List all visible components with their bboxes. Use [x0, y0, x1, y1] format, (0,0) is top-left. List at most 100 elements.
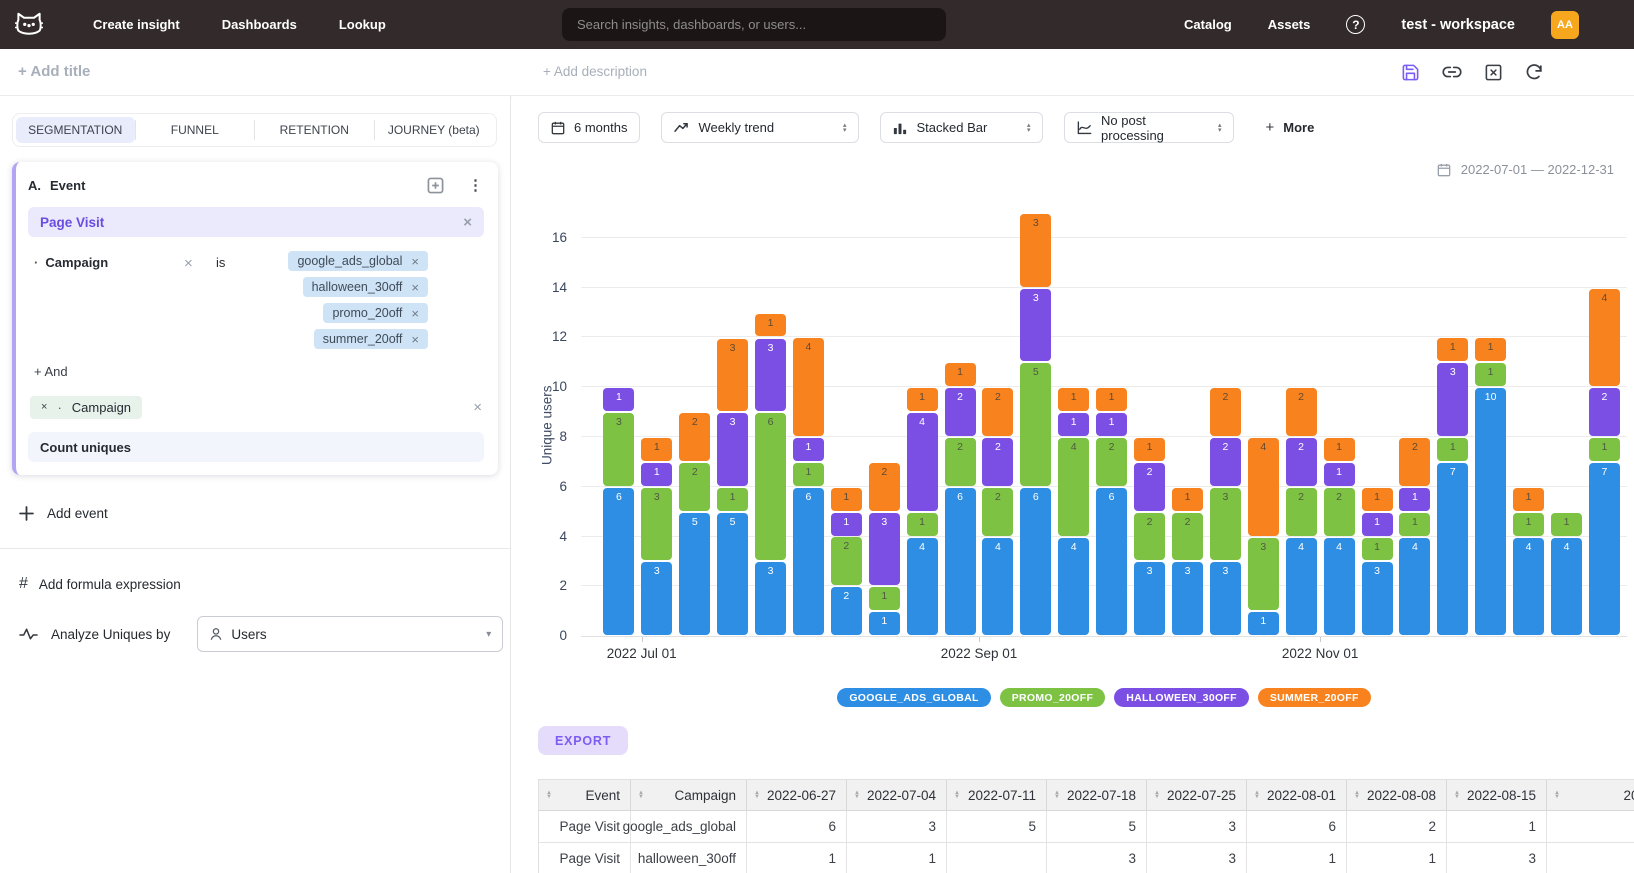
bar-segment[interactable]: 2: [1286, 488, 1317, 536]
bar-segment[interactable]: 3: [717, 339, 748, 412]
copy-link-icon[interactable]: [1442, 62, 1462, 82]
sort-icon[interactable]: ▲▼: [1054, 791, 1060, 800]
table-column-header[interactable]: ▲▼2022-07-18: [1047, 780, 1147, 810]
bar-segment[interactable]: 6: [1020, 488, 1051, 635]
bar-segment[interactable]: 1: [1172, 488, 1203, 511]
nav-dashboards[interactable]: Dashboards: [201, 17, 318, 32]
bar-segment[interactable]: 7: [1589, 463, 1620, 635]
filter-value-pill[interactable]: summer_20off×: [314, 329, 428, 349]
bar-segment[interactable]: 1: [1362, 538, 1393, 561]
more-button[interactable]: + More: [1265, 119, 1314, 136]
nav-catalog[interactable]: Catalog: [1184, 17, 1232, 32]
remove-event-icon[interactable]: ×: [463, 215, 472, 230]
bar-segment[interactable]: 3: [869, 513, 900, 586]
nav-create-insight[interactable]: Create insight: [72, 17, 201, 32]
bar-segment[interactable]: 2: [1172, 513, 1203, 561]
tab-segmentation[interactable]: SEGMENTATION: [16, 117, 135, 143]
filter-property[interactable]: Campaign: [45, 255, 108, 270]
sort-icon[interactable]: ▲▼: [1154, 791, 1160, 800]
filter-operator[interactable]: is: [216, 251, 225, 270]
bar-segment[interactable]: 3: [755, 339, 786, 412]
bar-segment[interactable]: 6: [945, 488, 976, 635]
bar-segment[interactable]: 2: [1286, 438, 1317, 486]
bar-segment[interactable]: 1: [793, 438, 824, 461]
bar-segment[interactable]: 1: [1248, 612, 1279, 635]
event-selector[interactable]: Page Visit ×: [28, 207, 484, 237]
bar-segment[interactable]: 1: [1399, 488, 1430, 511]
table-column-header[interactable]: ▲▼2022-07-25: [1147, 780, 1247, 810]
sort-icon[interactable]: ▲▼: [1454, 791, 1460, 800]
bar-segment[interactable]: 4: [1248, 438, 1279, 536]
filter-value-pill[interactable]: halloween_30off×: [303, 277, 428, 297]
bar-segment[interactable]: 1: [755, 314, 786, 337]
sort-icon[interactable]: ▲▼: [1554, 791, 1560, 800]
bar-segment[interactable]: 1: [869, 612, 900, 635]
bar-segment[interactable]: 3: [717, 413, 748, 486]
bar-segment[interactable]: 1: [1513, 513, 1544, 536]
bar-segment[interactable]: 3: [1210, 488, 1241, 561]
table-column-header[interactable]: ▲▼2022-08-15: [1447, 780, 1547, 810]
bar-segment[interactable]: 4: [907, 413, 938, 511]
bar-segment[interactable]: 6: [755, 413, 786, 560]
bar-segment[interactable]: 1: [831, 488, 862, 511]
trend-select[interactable]: Weekly trend ▴▾: [661, 112, 859, 143]
legend-item[interactable]: GOOGLE_ADS_GLOBAL: [837, 688, 990, 707]
add-formula-button[interactable]: # Add formula expression: [19, 575, 510, 593]
bar-segment[interactable]: 4: [1058, 538, 1089, 636]
tab-journey-beta-[interactable]: JOURNEY (beta): [375, 117, 494, 143]
bar-segment[interactable]: 5: [1020, 363, 1051, 485]
bar-segment[interactable]: 1: [1437, 338, 1468, 361]
aggregation-selector[interactable]: Count uniques: [28, 432, 484, 462]
bar-segment[interactable]: 2: [1210, 438, 1241, 486]
bar-segment[interactable]: 1: [641, 463, 672, 486]
chart-type-select[interactable]: Stacked Bar ▴▾: [880, 112, 1043, 143]
table-column-header[interactable]: ▲▼2022-08-08: [1347, 780, 1447, 810]
sort-icon[interactable]: ▲▼: [1354, 791, 1360, 800]
sort-icon[interactable]: ▲▼: [854, 791, 860, 800]
bar-segment[interactable]: 1: [831, 513, 862, 536]
legend-item[interactable]: HALLOWEEN_30OFF: [1114, 688, 1249, 707]
nav-assets[interactable]: Assets: [1268, 17, 1311, 32]
legend-item[interactable]: SUMMER_20OFF: [1258, 688, 1371, 707]
table-column-header[interactable]: ▲▼2022-07-04: [847, 780, 947, 810]
bar-segment[interactable]: 2: [982, 388, 1013, 436]
breakdown-pill[interactable]: × · Campaign: [30, 396, 142, 419]
bar-segment[interactable]: 1: [1513, 488, 1544, 511]
table-column-header[interactable]: ▲▼Campaign: [631, 780, 747, 810]
bar-segment[interactable]: 3: [603, 413, 634, 486]
sort-icon[interactable]: ▲▼: [1254, 791, 1260, 800]
add-title-field[interactable]: + Add title: [18, 63, 90, 80]
bar-segment[interactable]: 4: [1551, 538, 1582, 636]
bar-segment[interactable]: 1: [1058, 388, 1089, 411]
bar-segment[interactable]: 1: [1096, 388, 1127, 411]
bar-segment[interactable]: 1: [793, 463, 824, 486]
bar-segment[interactable]: 2: [1589, 388, 1620, 436]
bar-segment[interactable]: 2: [1134, 463, 1165, 511]
table-column-header[interactable]: ▲▼Event: [539, 780, 631, 810]
app-logo-cat-icon[interactable]: [14, 11, 44, 39]
remove-filter-icon[interactable]: ×: [184, 255, 193, 272]
tab-funnel[interactable]: FUNNEL: [136, 117, 255, 143]
bar-segment[interactable]: 2: [945, 438, 976, 486]
bar-segment[interactable]: 4: [1324, 538, 1355, 636]
bar-segment[interactable]: 3: [755, 562, 786, 635]
export-button[interactable]: EXPORT: [538, 726, 628, 755]
tab-retention[interactable]: RETENTION: [255, 117, 374, 143]
filter-value-pill[interactable]: google_ads_global×: [288, 251, 428, 271]
bar-segment[interactable]: 2: [1399, 438, 1430, 486]
bar-segment[interactable]: 4: [907, 538, 938, 636]
date-range-button[interactable]: 6 months: [538, 112, 640, 143]
bar-segment[interactable]: 1: [907, 388, 938, 411]
legend-item[interactable]: PROMO_20OFF: [1000, 688, 1105, 707]
bar-segment[interactable]: 2: [1096, 438, 1127, 486]
bar-segment[interactable]: 2: [982, 438, 1013, 486]
bar-segment[interactable]: 4: [793, 338, 824, 436]
bar-segment[interactable]: 3: [1437, 363, 1468, 436]
bar-segment[interactable]: 1: [1399, 513, 1430, 536]
remove-filter-value-icon[interactable]: ×: [411, 255, 419, 268]
clear-breakdown-icon[interactable]: ×: [473, 400, 484, 415]
help-icon[interactable]: ?: [1346, 15, 1365, 34]
refresh-icon[interactable]: [1525, 63, 1544, 82]
add-and-condition[interactable]: + And: [28, 364, 484, 379]
bar-segment[interactable]: 4: [1589, 289, 1620, 387]
